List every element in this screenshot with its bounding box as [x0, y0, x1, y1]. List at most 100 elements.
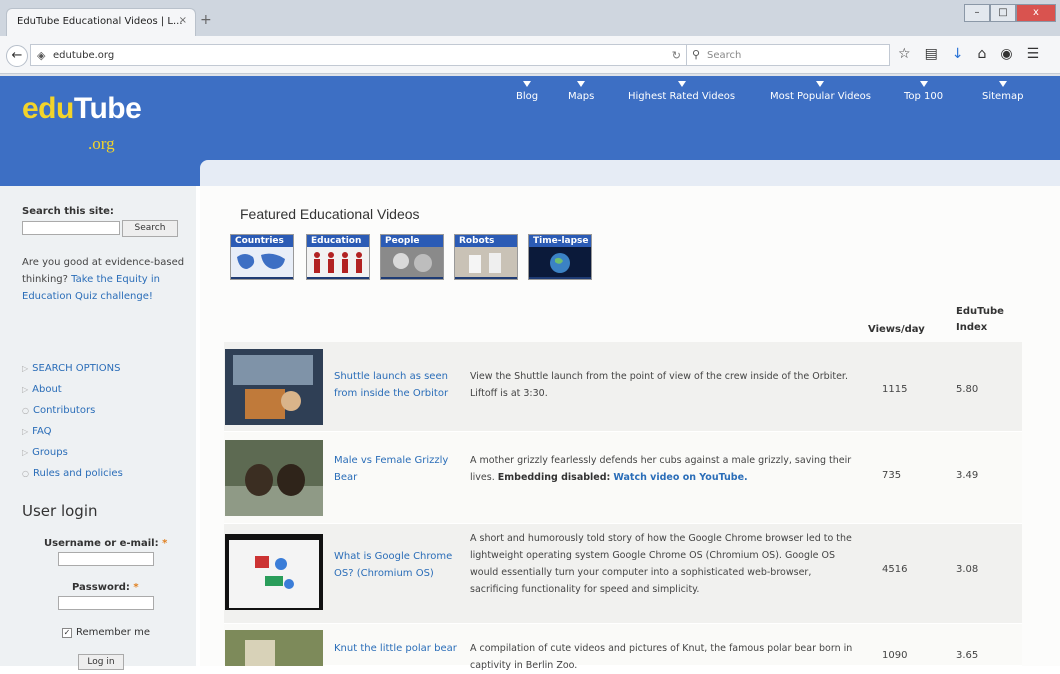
- browser-search-input[interactable]: ⚲ Search: [686, 44, 890, 66]
- logo-org: .org: [88, 134, 115, 153]
- bullet-icon: ▷: [22, 385, 29, 394]
- col-views-header[interactable]: Views/day: [868, 322, 925, 338]
- main-content: Featured Educational Videos Countries Ed…: [200, 186, 1060, 671]
- logo-tube: Tube: [73, 92, 142, 125]
- edutube-index: 3.49: [956, 470, 979, 481]
- reload-icon[interactable]: ↻: [672, 49, 681, 62]
- nav-blog[interactable]: Blog: [516, 81, 538, 102]
- sidebar-item-label: Rules and policies: [32, 468, 123, 479]
- tab-title: EduTube Educational Videos | L...: [17, 16, 183, 27]
- category-time-lapse[interactable]: Time-lapse: [528, 234, 592, 280]
- required-mark: *: [162, 538, 168, 549]
- site-header: eduTube .org Blog Maps Highest Rated Vid…: [0, 76, 1060, 186]
- video-desc-text: A short and humorously told story of how…: [470, 533, 852, 595]
- youtube-link[interactable]: Watch video on YouTube.: [613, 472, 747, 483]
- video-description: A short and humorously told story of how…: [470, 530, 860, 598]
- sidebar-item-label: Contributors: [32, 405, 96, 416]
- nav-highest-rated[interactable]: Highest Rated Videos: [628, 81, 735, 102]
- bookmark-star-icon[interactable]: ☆: [898, 46, 911, 62]
- password-label: Password: *: [72, 582, 139, 593]
- chat-icon[interactable]: ◉: [1000, 46, 1012, 62]
- sidebar-item-faq[interactable]: ▷ FAQ: [22, 421, 123, 442]
- category-education[interactable]: Education: [306, 234, 370, 280]
- login-button[interactable]: Log in: [78, 654, 124, 670]
- category-label: People: [381, 235, 443, 247]
- minimize-button[interactable]: –: [964, 4, 990, 22]
- password-field[interactable]: [58, 596, 154, 610]
- site-search-button[interactable]: Search: [122, 220, 178, 237]
- category-label: Education: [307, 235, 369, 247]
- robots-photo-icon: [455, 247, 517, 277]
- video-description: View the Shuttle launch from the point o…: [470, 368, 860, 402]
- nav-most-popular[interactable]: Most Popular Videos: [770, 81, 871, 102]
- tab-close-icon[interactable]: ×: [179, 15, 187, 26]
- toolbar-icons: ☆ ▤ ↓ ⌂ ◉ ☰: [898, 46, 1039, 62]
- sidebar: Search this site: Search Are you good at…: [0, 186, 196, 666]
- video-title-link[interactable]: Knut the little polar bear: [334, 640, 460, 657]
- username-label-text: Username or e-mail:: [44, 538, 159, 549]
- reading-list-icon[interactable]: ▤: [925, 46, 938, 62]
- edutube-index: 3.65: [956, 650, 979, 661]
- video-desc-text: View the Shuttle launch from the point o…: [470, 371, 848, 399]
- sidebar-item-search-options[interactable]: ▷ SEARCH OPTIONS: [22, 358, 123, 379]
- earth-icon: [529, 247, 591, 277]
- home-icon[interactable]: ⌂: [978, 46, 987, 62]
- sidebar-item-rules[interactable]: ○ Rules and policies: [22, 463, 123, 484]
- video-thumbnail[interactable]: [225, 440, 323, 516]
- table-row: Shuttle launch as seen from inside the O…: [224, 342, 1022, 432]
- world-map-icon: [231, 247, 293, 277]
- nav-toolbar: ← ◈ edutube.org ↻ ⚲ Search ☆ ▤ ↓ ⌂ ◉ ☰: [0, 36, 1060, 74]
- category-robots[interactable]: Robots: [454, 234, 518, 280]
- globe-icon: ◈: [37, 49, 46, 62]
- embedding-note: Embedding disabled:: [497, 472, 611, 483]
- views-per-day: 4516: [882, 564, 908, 575]
- bullet-icon: ▷: [22, 427, 29, 436]
- students-icon: [307, 247, 369, 277]
- sidebar-item-contributors[interactable]: ○ Contributors: [22, 400, 123, 421]
- edutube-index: 5.80: [956, 384, 979, 395]
- menu-icon[interactable]: ☰: [1027, 46, 1040, 62]
- new-tab-button[interactable]: +: [200, 12, 212, 28]
- back-arrow-icon[interactable]: ←: [6, 45, 28, 67]
- maximize-button[interactable]: □: [990, 4, 1016, 22]
- views-per-day: 735: [882, 470, 902, 481]
- sidebar-links: ▷ SEARCH OPTIONS ▷ About ○ Contributors ▷ FA…: [22, 358, 123, 484]
- nav-top-100[interactable]: Top 100: [904, 81, 943, 102]
- table-row: Knut the little polar bear A compilation…: [224, 624, 1022, 671]
- tab-edutube[interactable]: EduTube Educational Videos | L... ×: [6, 8, 196, 36]
- people-photo-icon: [381, 247, 443, 277]
- video-thumbnail[interactable]: [225, 534, 323, 610]
- table-row: What is Google Chrome OS? (Chromium OS) …: [224, 524, 1022, 624]
- search-icon: ⚲: [692, 48, 701, 61]
- category-countries[interactable]: Countries: [230, 234, 294, 280]
- remember-me-checkbox[interactable]: ✓ Remember me: [62, 627, 150, 638]
- checkbox-icon[interactable]: ✓: [62, 628, 72, 638]
- video-thumbnail[interactable]: [225, 349, 323, 425]
- sidebar-item-label: FAQ: [32, 426, 52, 437]
- site-logo[interactable]: eduTube: [22, 92, 142, 126]
- views-per-day: 1090: [882, 650, 908, 661]
- sidebar-item-about[interactable]: ▷ About: [22, 379, 123, 400]
- video-title-link[interactable]: Male vs Female Grizzly Bear: [334, 452, 460, 486]
- download-icon[interactable]: ↓: [952, 46, 964, 62]
- video-title-link[interactable]: What is Google Chrome OS? (Chromium OS): [334, 548, 460, 582]
- category-label: Time-lapse: [529, 235, 591, 247]
- password-label-text: Password:: [72, 582, 130, 593]
- nav-sitemap[interactable]: Sitemap: [982, 81, 1023, 102]
- category-people[interactable]: People: [380, 234, 444, 280]
- nav-maps[interactable]: Maps: [568, 81, 594, 102]
- video-thumbnail[interactable]: [225, 630, 323, 666]
- category-label: Robots: [455, 235, 517, 247]
- sidebar-item-groups[interactable]: ▷ Groups: [22, 442, 123, 463]
- video-title-link[interactable]: Shuttle launch as seen from inside the O…: [334, 368, 460, 402]
- video-description: A mother grizzly fearlessly defends her …: [470, 452, 860, 486]
- url-bar[interactable]: ◈ edutube.org ↻: [30, 44, 690, 66]
- sidebar-item-label: Groups: [32, 447, 68, 458]
- site-search-input[interactable]: [22, 221, 120, 235]
- col-index-header[interactable]: EduTube Index: [956, 304, 1016, 336]
- category-label: Countries: [231, 235, 293, 247]
- close-window-button[interactable]: x: [1016, 4, 1056, 22]
- content-banner: [200, 160, 1060, 186]
- username-field[interactable]: [58, 552, 154, 566]
- web-page: eduTube .org Blog Maps Highest Rated Vid…: [0, 76, 1060, 671]
